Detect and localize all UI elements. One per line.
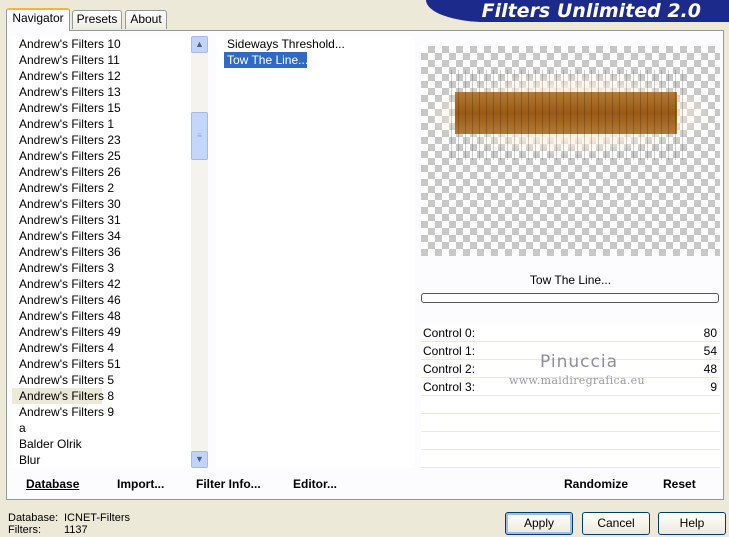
control-label: Control 3: xyxy=(423,380,476,394)
category-item[interactable]: Balder Olrik xyxy=(12,436,208,452)
filters-count-info: Filters: 1137 xyxy=(8,524,88,537)
progress-bar xyxy=(421,293,719,303)
category-item[interactable]: Andrew's Filters 23 xyxy=(12,132,208,148)
category-item[interactable]: Andrew's Filters 1 xyxy=(12,116,208,132)
filter-info-button[interactable]: Filter Info... xyxy=(196,475,261,493)
randomize-button[interactable]: Randomize xyxy=(564,475,628,493)
category-item[interactable]: Andrew's Filters 42 xyxy=(12,276,208,292)
scroll-thumb[interactable]: ≡ xyxy=(191,112,208,160)
controls-list: Control 0: 80 Control 1: 54 Control 2: 4… xyxy=(421,324,720,468)
control-label: Control 1: xyxy=(423,344,476,358)
filter-item-sideways-threshold[interactable]: Sideways Threshold... xyxy=(216,36,414,52)
editor-button[interactable]: Editor... xyxy=(293,475,337,493)
category-item[interactable]: Andrew's Filters 3 xyxy=(12,260,208,276)
control-row-0[interactable]: Control 0: 80 xyxy=(421,324,720,342)
category-item[interactable]: Andrew's Filters 10 xyxy=(12,36,208,52)
current-filter-name: Tow The Line... xyxy=(529,273,612,287)
control-row-empty xyxy=(421,396,720,414)
category-item[interactable]: Andrew's Filters 4 xyxy=(12,340,208,356)
category-item[interactable]: Blur xyxy=(12,452,208,468)
filters-label: Filters: xyxy=(8,524,41,536)
category-list-scrollbar[interactable]: ▲ ≡ ▼ xyxy=(191,36,208,468)
preview-stripes xyxy=(451,70,687,160)
category-item[interactable]: Andrew's Filters 51 xyxy=(12,356,208,372)
app-title-banner: Filters Unlimited 2.0 xyxy=(426,0,729,22)
import-button[interactable]: Import... xyxy=(117,475,164,493)
control-value: 54 xyxy=(703,344,717,358)
grip-icon: ≡ xyxy=(197,131,202,140)
category-item[interactable]: Andrew's Filters 30 xyxy=(12,196,208,212)
category-item[interactable]: Andrew's Filters 12 xyxy=(12,68,208,84)
category-list[interactable]: Andrew's Filters 10 Andrew's Filters 11 An… xyxy=(12,36,208,468)
chevron-up-icon: ▲ xyxy=(195,39,204,49)
category-item[interactable]: Andrew's Filters 48 xyxy=(12,308,208,324)
control-value: 48 xyxy=(703,362,717,376)
category-item[interactable]: Andrew's Filters 34 xyxy=(12,228,208,244)
control-value: 80 xyxy=(703,326,717,340)
watermark-url: www.maidiregrafica.eu xyxy=(509,374,645,387)
preview-image xyxy=(421,46,720,256)
category-item[interactable]: Andrew's Filters 5 xyxy=(12,372,208,388)
tab-presets[interactable]: Presets xyxy=(72,10,122,29)
control-row-empty xyxy=(421,432,720,450)
category-item[interactable]: a xyxy=(12,420,208,436)
help-button[interactable]: Help xyxy=(658,512,726,535)
scroll-up-button[interactable]: ▲ xyxy=(191,36,208,53)
category-item[interactable]: Andrew's Filters 49 xyxy=(12,324,208,340)
filters-value: 1137 xyxy=(64,524,88,536)
category-item[interactable]: Andrew's Filters 8 xyxy=(12,388,114,404)
control-label: Control 0: xyxy=(423,326,476,340)
control-value: 9 xyxy=(710,380,717,394)
category-item[interactable]: Andrew's Filters 31 xyxy=(12,212,208,228)
control-row-empty xyxy=(421,414,720,432)
tab-navigator[interactable]: Navigator xyxy=(6,8,70,31)
category-item[interactable]: Andrew's Filters 25 xyxy=(12,148,208,164)
category-item[interactable]: Andrew's Filters 2 xyxy=(12,180,208,196)
category-item[interactable]: Andrew's Filters 11 xyxy=(12,52,208,68)
reset-button[interactable]: Reset xyxy=(663,475,696,493)
category-item[interactable]: Andrew's Filters 15 xyxy=(12,100,208,116)
category-item[interactable]: Andrew's Filters 26 xyxy=(12,164,208,180)
category-item[interactable]: Andrew's Filters 46 xyxy=(12,292,208,308)
control-row-empty xyxy=(421,450,720,468)
category-item[interactable]: Andrew's Filters 9 xyxy=(12,404,208,420)
watermark-name: Pinuccia xyxy=(540,352,618,372)
tab-about[interactable]: About xyxy=(125,10,167,29)
app-title: Filters Unlimited 2.0 xyxy=(481,0,701,22)
filter-item-tow-the-line[interactable]: Tow The Line... xyxy=(224,52,308,68)
category-item[interactable]: Andrew's Filters 36 xyxy=(12,244,208,260)
chevron-down-icon: ▼ xyxy=(195,454,204,464)
scroll-down-button[interactable]: ▼ xyxy=(191,451,208,468)
filter-list[interactable]: Sideways Threshold... Tow The Line... xyxy=(216,36,414,468)
database-button[interactable]: Database xyxy=(26,475,79,493)
apply-button[interactable]: Apply xyxy=(505,512,573,535)
cancel-button[interactable]: Cancel xyxy=(582,512,650,535)
category-item[interactable]: Andrew's Filters 13 xyxy=(12,84,208,100)
control-label: Control 2: xyxy=(423,362,476,376)
